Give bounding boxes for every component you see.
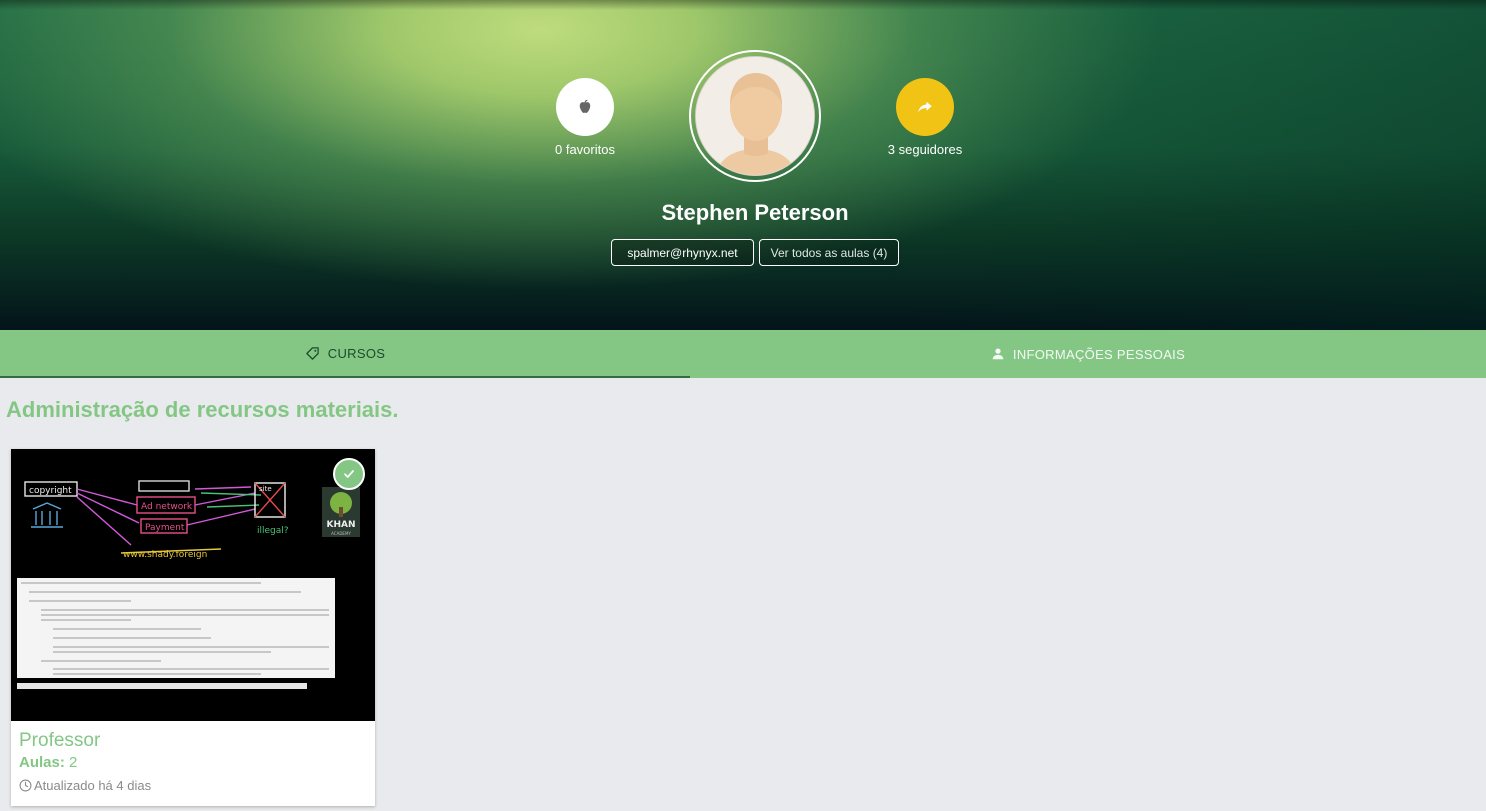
tab-cursos[interactable]: CURSOS [0,330,690,378]
course-updated: Atualizado há 4 dias [19,778,151,793]
chalk-copyright: copyright [29,486,72,496]
person-silhouette-icon [696,57,814,175]
profile-tabs: CURSOS INFORMAÇÕES PESSOAIS [0,330,1486,378]
lessons-count: 2 [69,754,78,771]
profile-name: Stephen Peterson [661,200,849,225]
followers-bubble[interactable] [896,78,954,136]
person-icon [992,348,1004,360]
course-card[interactable]: copyright Ad network Payment www.shady.f… [11,449,375,806]
video-thumbnail-graphic: copyright Ad network Payment www.shady.f… [11,449,375,721]
tab-info-label: INFORMAÇÕES PESSOAIS [1012,346,1186,362]
logo-text: KHAN [326,520,355,530]
chalk-illegal: illegal? [257,526,289,536]
updated-text: Atualizado há 4 dias [34,778,152,793]
check-icon [344,470,354,478]
view-all-lessons-button[interactable]: Ver todos as aulas (4) [759,239,899,266]
followers-count: 3 seguidores [887,142,963,157]
course-lessons: Aulas: 2 [19,754,77,771]
tag-icon [306,346,319,360]
email-button[interactable]: spalmer@rhynyx.net [611,239,754,266]
section-title: Administração de recursos materiais. [6,397,399,422]
clock-icon [19,779,32,792]
tab-cursos-label: CURSOS [327,345,386,361]
course-thumbnail[interactable]: copyright Ad network Payment www.shady.f… [11,449,375,721]
chalk-url: www.shady.foreign [123,550,207,560]
favorites-count: 0 favoritos [555,142,615,157]
tab-informacoes-pessoais[interactable]: INFORMAÇÕES PESSOAIS [690,330,1486,378]
course-title[interactable]: Professor [19,730,100,752]
favorites-bubble[interactable] [556,78,614,136]
favorites-stat[interactable]: 0 favoritos [525,78,645,157]
profile-header: 0 favoritos 3 seguidores Stephen Peterso… [0,0,1486,330]
share-arrow-icon [918,101,932,113]
completed-badge [333,458,365,490]
avatar[interactable] [689,50,821,182]
avatar-image [695,56,815,176]
logo-sub: ACADEMY [331,531,351,536]
apple-icon [579,99,591,113]
followers-stat[interactable]: 3 seguidores [865,78,985,157]
lessons-label: Aulas: [19,754,65,771]
chalk-ad-network: Ad network [141,502,193,512]
chalk-payment: Payment [145,523,185,533]
chalk-site: site [259,485,272,493]
